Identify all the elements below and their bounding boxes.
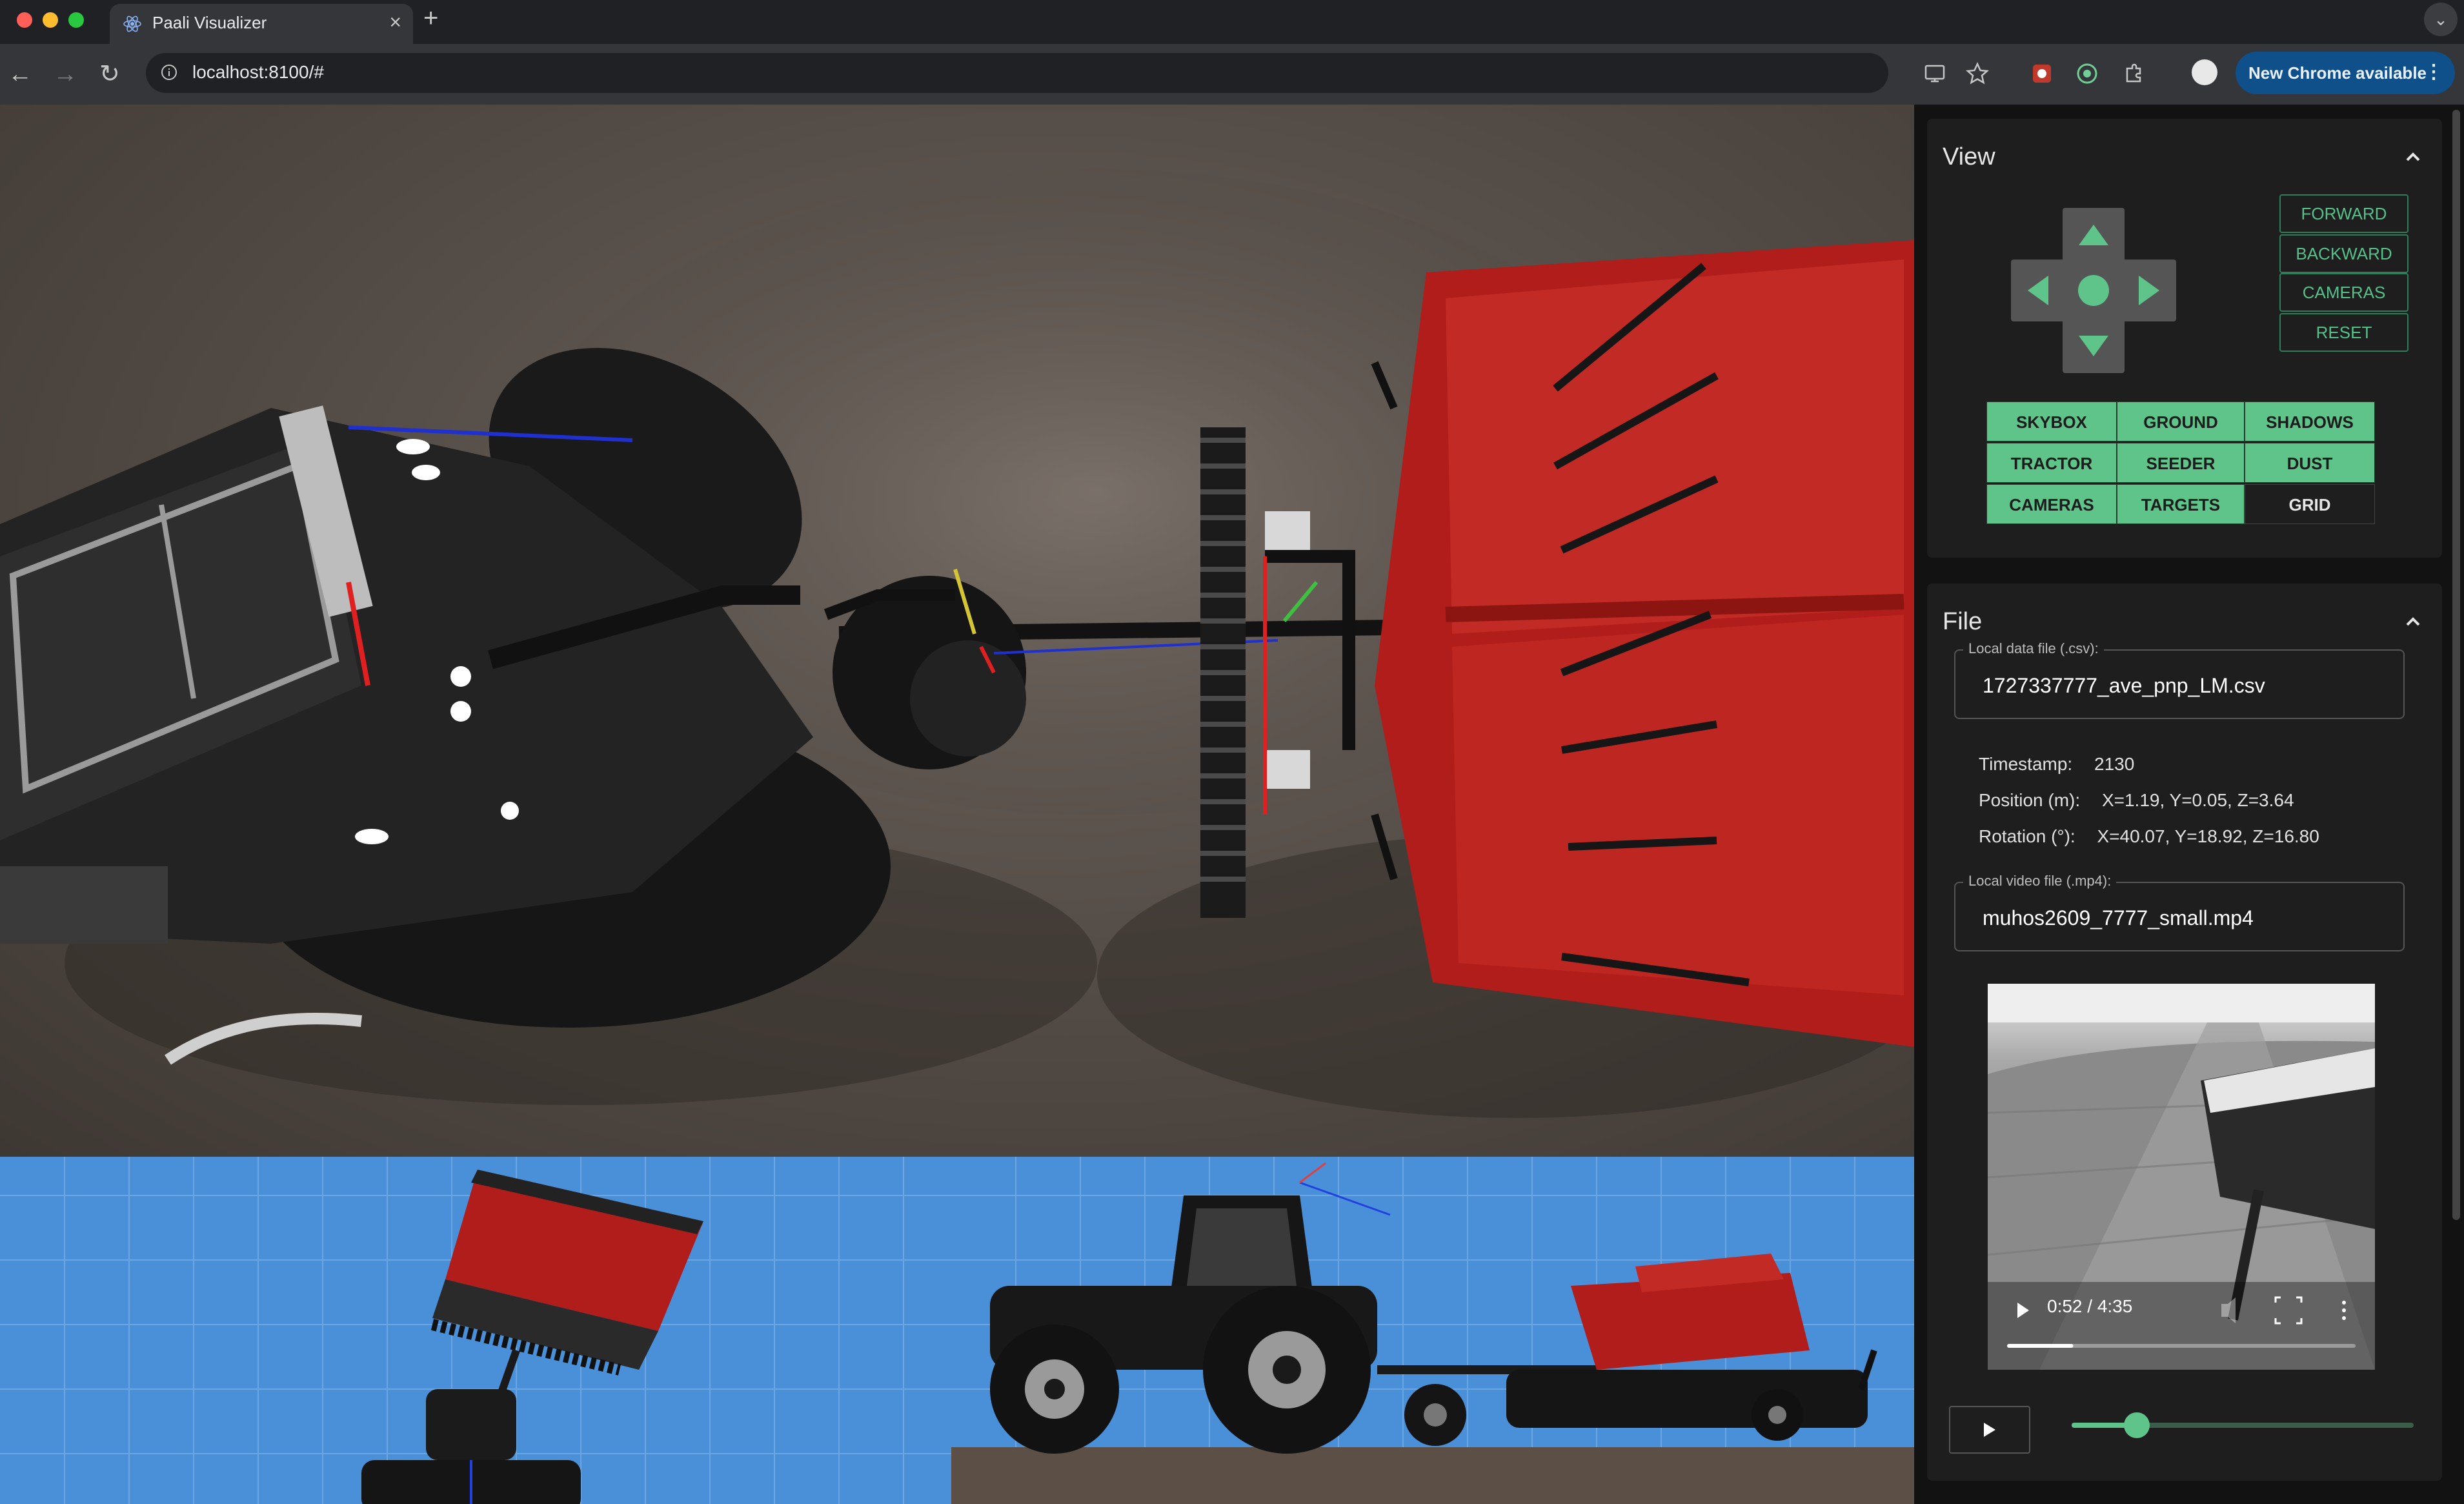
toggle-tractor[interactable]: TRACTOR <box>1986 443 2117 483</box>
url-text[interactable]: localhost:8100/# <box>192 62 324 83</box>
toggle-targets[interactable]: TARGETS <box>2117 484 2245 524</box>
new-tab-button[interactable]: + <box>423 4 438 33</box>
view-card-title: View <box>1943 143 1995 170</box>
panel-scrollbar[interactable] <box>2452 110 2460 1220</box>
browser-tab-bar: Paali Visualizer × + ⌄ <box>0 0 2464 44</box>
toggle-ground[interactable]: GROUND <box>2117 401 2245 442</box>
side-view-tractor <box>990 1162 1391 1454</box>
chevron-up-icon[interactable] <box>2402 146 2424 168</box>
position-value: X=1.19, Y=0.05, Z=3.64 <box>2101 790 2294 810</box>
play-icon <box>1984 1423 1995 1437</box>
top-view-tractor <box>361 1349 581 1504</box>
seeder-model <box>1371 240 1914 1047</box>
browser-toolbar: ← → ↻ localhost:8100/# <box>0 44 2464 105</box>
cameras-button[interactable]: CAMERAS <box>2279 273 2408 312</box>
toggle-seeder[interactable]: SEEDER <box>2117 443 2245 483</box>
more-options-icon[interactable] <box>2342 1301 2346 1305</box>
playback-slider-thumb[interactable] <box>2123 1412 2150 1438</box>
tab-title: Paali Visualizer <box>152 13 267 32</box>
profile-avatar[interactable] <box>2192 59 2217 85</box>
backward-button[interactable]: BACKWARD <box>2279 234 2408 273</box>
playback-slider[interactable] <box>2072 1412 2414 1438</box>
update-label: New Chrome available <box>2248 63 2427 83</box>
chrome-menu-icon[interactable]: ⋮ <box>2424 61 2443 83</box>
back-button[interactable]: ← <box>8 58 32 90</box>
reset-button[interactable]: RESET <box>2279 313 2408 352</box>
timestamp-label: Timestamp: <box>1979 754 2073 774</box>
top-view-render <box>0 1157 951 1504</box>
timestamp-value: 2130 <box>2094 754 2135 774</box>
video-file-label: Local video file (.mp4): <box>1963 873 2117 889</box>
video-file-field[interactable]: Local video file (.mp4): muhos2609_7777_… <box>1954 873 2405 951</box>
forward-button[interactable]: FORWARD <box>2279 194 2408 233</box>
forward-button[interactable]: → <box>53 58 77 90</box>
timestamp-row: Timestamp: 2130 <box>1979 754 2134 775</box>
video-progress-fill <box>2007 1344 2074 1348</box>
file-card-title: File <box>1943 608 1983 635</box>
dpad-center-icon[interactable] <box>2078 275 2109 306</box>
extension-red-icon[interactable] <box>2029 61 2055 86</box>
csv-file-label: Local data file (.csv): <box>1963 640 2104 657</box>
csv-file-field[interactable]: Local data file (.csv): 1727337777_ave_p… <box>1954 640 2405 719</box>
toggle-shadows[interactable]: SHADOWS <box>2245 401 2375 442</box>
maximize-window-button[interactable] <box>68 12 84 28</box>
scene-render <box>0 169 1914 1118</box>
camera-dpad[interactable] <box>2008 205 2179 376</box>
side-view-ground <box>951 1447 1914 1504</box>
video-file-value[interactable]: muhos2609_7777_small.mp4 <box>1983 906 2254 930</box>
toggle-dust[interactable]: DUST <box>2245 443 2375 483</box>
new-chrome-available-button[interactable]: New Chrome available ⋮ <box>2236 52 2455 94</box>
site-info-icon[interactable] <box>160 63 178 81</box>
rotation-value: X=40.07, Y=18.92, Z=16.80 <box>2097 826 2319 846</box>
csv-file-value[interactable]: 1727337777_ave_pnp_LM.csv <box>1983 674 2265 698</box>
extension-green-icon[interactable] <box>2074 61 2100 86</box>
side-view-render <box>951 1157 1914 1504</box>
side-view-viewport[interactable] <box>951 1157 1914 1504</box>
play-button[interactable] <box>1949 1406 2030 1454</box>
toggle-skybox[interactable]: SKYBOX <box>1986 401 2117 442</box>
rotation-row: Rotation (°): X=40.07, Y=18.92, Z=16.80 <box>1979 826 2319 847</box>
bookmark-star-icon[interactable] <box>1964 61 1990 86</box>
extensions-puzzle-icon[interactable] <box>2121 61 2146 86</box>
rotation-label: Rotation (°): <box>1979 826 2075 846</box>
main-3d-viewport[interactable] <box>0 105 1914 1157</box>
video-frame <box>1988 984 2375 1370</box>
browser-tab[interactable]: Paali Visualizer × <box>110 4 413 44</box>
chevron-up-icon[interactable] <box>2402 611 2424 633</box>
video-time: 0:52 / 4:35 <box>2047 1296 2133 1316</box>
minimize-window-button[interactable] <box>43 12 58 28</box>
react-icon <box>123 15 141 32</box>
position-label: Position (m): <box>1979 790 2081 810</box>
side-view-seeder <box>1377 1254 1877 1446</box>
top-view-viewport[interactable] <box>0 1157 951 1504</box>
cast-icon[interactable] <box>1922 61 1948 86</box>
close-tab-icon[interactable]: × <box>389 10 401 34</box>
toggle-cameras[interactable]: CAMERAS <box>1986 484 2117 524</box>
close-window-button[interactable] <box>17 12 32 28</box>
video-player[interactable]: 0:52 / 4:35 <box>1988 984 2375 1370</box>
toggle-grid[interactable]: GRID <box>2245 484 2375 524</box>
position-row: Position (m): X=1.19, Y=0.05, Z=3.64 <box>1979 790 2294 811</box>
top-view-seeder <box>430 1170 703 1376</box>
address-bar[interactable]: localhost:8100/# <box>146 53 1888 93</box>
tab-search-button[interactable]: ⌄ <box>2424 3 2458 36</box>
reload-button[interactable]: ↻ <box>99 58 120 90</box>
